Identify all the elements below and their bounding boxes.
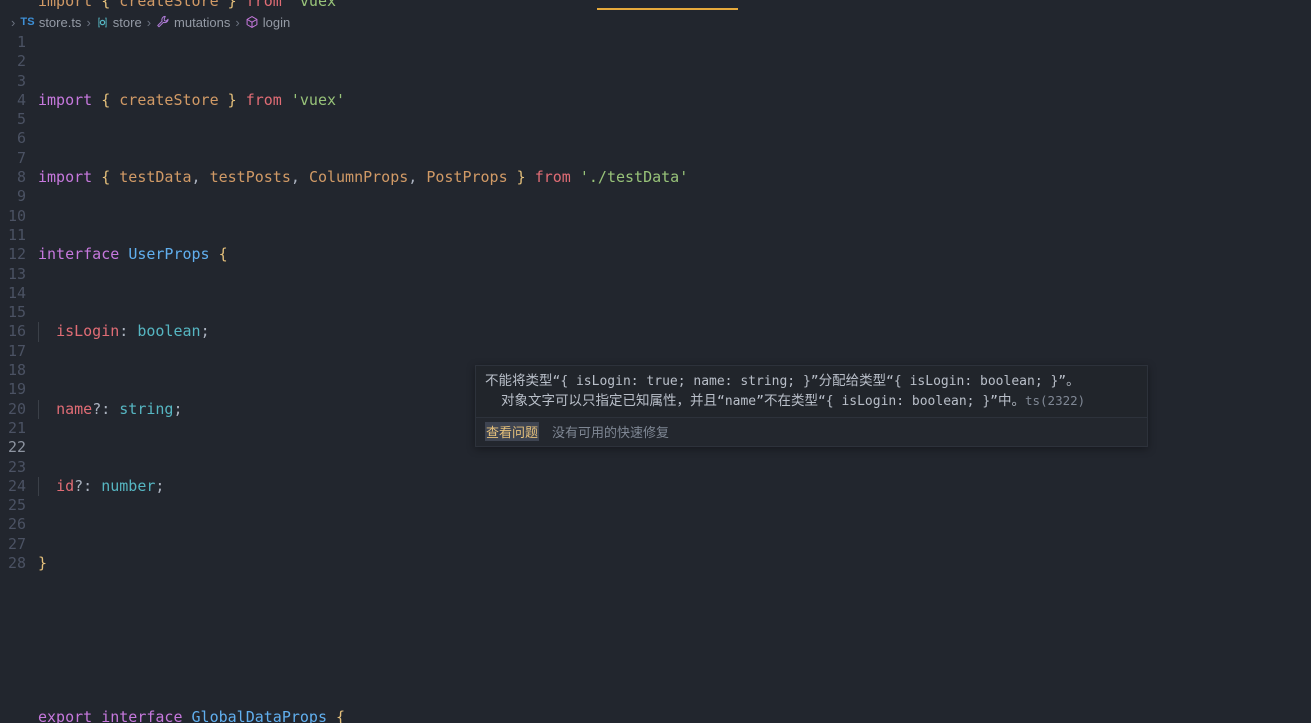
wrench-property-icon xyxy=(156,15,170,29)
line-number: 9 xyxy=(16,187,26,206)
line-number: 24 xyxy=(7,476,26,495)
line-number: 17 xyxy=(7,341,26,360)
line-number: 27 xyxy=(7,534,26,553)
tooltip-message-line-2: 对象文字可以只指定已知属性，并且“name”不在类型“{ isLogin: bo… xyxy=(485,391,1138,411)
tt-l1-type-expected: “{ isLogin: boolean; }” xyxy=(886,374,1067,389)
tt-l1-b: 分配给类型 xyxy=(818,373,887,388)
line-number: 14 xyxy=(7,283,26,302)
breadcrumb: › TS store.ts › store › mutations › logi… xyxy=(0,11,1311,33)
tooltip-message-line-1: 不能将类型“{ isLogin: true; name: string; }”分… xyxy=(485,371,1138,391)
variable-symbol-icon xyxy=(96,16,109,29)
error-hover-tooltip[interactable]: 不能将类型“{ isLogin: true; name: string; }”分… xyxy=(475,365,1148,447)
code-line-3: interface UserProps { xyxy=(38,245,228,264)
no-quickfix-label: 没有可用的快速修复 xyxy=(552,425,670,440)
line-number: 11 xyxy=(7,225,26,244)
code-line-9: export interface GlobalDataProps { xyxy=(38,708,346,723)
breadcrumb-separator-3: › xyxy=(235,14,240,30)
line-number: 6 xyxy=(16,129,26,148)
line-number: 25 xyxy=(7,496,26,515)
tooltip-actions: 查看问题 没有可用的快速修复 xyxy=(476,417,1147,446)
breadcrumb-label-file: store.ts xyxy=(38,14,82,30)
tt-l2-c: 中。 xyxy=(997,393,1025,408)
breadcrumb-item-file[interactable]: TS store.ts xyxy=(20,15,81,30)
code-editor-window: import { createStore } from 'vuex' › TS … xyxy=(0,0,1311,723)
tab-strip: import { createStore } from 'vuex' xyxy=(0,0,1311,11)
line-number: 12 xyxy=(7,245,26,264)
tt-l2-b: 不在类型 xyxy=(763,393,818,408)
tt-l1-a: 不能将类型 xyxy=(485,373,553,388)
line-number: 8 xyxy=(16,168,26,187)
tooltip-message: 不能将类型“{ isLogin: true; name: string; }”分… xyxy=(476,366,1147,417)
breadcrumb-label-mutations: mutations xyxy=(174,14,231,30)
line-number: 1 xyxy=(16,33,26,51)
code-line-7: } xyxy=(38,554,48,573)
code-line-2: import { testData, testPosts, ColumnProp… xyxy=(38,168,689,187)
line-number: 7 xyxy=(16,148,26,167)
breadcrumb-label-login: login xyxy=(262,14,291,30)
breadcrumb-label-store: store xyxy=(112,14,142,30)
typescript-file-icon: TS xyxy=(20,16,35,28)
line-number: 15 xyxy=(7,303,26,322)
tt-l2-a: 对象文字可以只指定已知属性，并且 xyxy=(501,393,717,408)
breadcrumb-item-store[interactable]: store xyxy=(96,15,142,30)
line-number: 10 xyxy=(7,206,26,225)
line-number-gutter: 1 2 3 4 5 6 7 8 9 10 11 12 13 14 15 16 1… xyxy=(0,33,30,723)
line-number: 3 xyxy=(16,71,26,90)
line-number: 13 xyxy=(7,264,26,283)
breadcrumb-separator-2: › xyxy=(146,14,152,30)
code-line-4: isLogin: boolean; xyxy=(30,322,1311,342)
breadcrumb-separator-1: › xyxy=(86,14,91,30)
cube-method-icon xyxy=(245,15,259,29)
tt-l2-type: “{ isLogin: boolean; }” xyxy=(817,394,998,409)
tt-l2-prop: “name” xyxy=(717,394,764,409)
breadcrumb-separator-0: › xyxy=(11,14,16,30)
line-number: 23 xyxy=(7,457,26,476)
line-number: 5 xyxy=(16,110,26,129)
view-problem-link[interactable]: 查看问题 xyxy=(485,422,540,441)
line-number-current: 22 xyxy=(7,438,26,457)
breadcrumb-item-login[interactable]: login xyxy=(245,15,290,30)
breadcrumb-item-mutations[interactable]: mutations xyxy=(156,15,230,30)
line-number: 18 xyxy=(7,361,26,380)
line-number: 4 xyxy=(16,90,26,109)
line-number: 16 xyxy=(7,322,26,341)
active-tab-underline xyxy=(597,8,738,10)
line-number: 2 xyxy=(16,52,26,71)
code-line-6: id?: number; xyxy=(30,476,1311,497)
line-number: 19 xyxy=(7,380,26,399)
tt-l1-type-actual: “{ isLogin: true; name: string; }” xyxy=(552,374,819,389)
line-number: 21 xyxy=(7,418,26,437)
tt-l1-c: 。 xyxy=(1066,373,1080,388)
line-number: 28 xyxy=(7,554,26,573)
error-code: ts(2322) xyxy=(1024,393,1086,408)
line-number: 26 xyxy=(7,515,26,534)
tabstrip-ghost-text: import { createStore } from 'vuex' xyxy=(38,0,346,10)
code-line-1: import { createStore } from 'vuex' xyxy=(38,90,346,109)
line-number: 20 xyxy=(7,399,26,418)
